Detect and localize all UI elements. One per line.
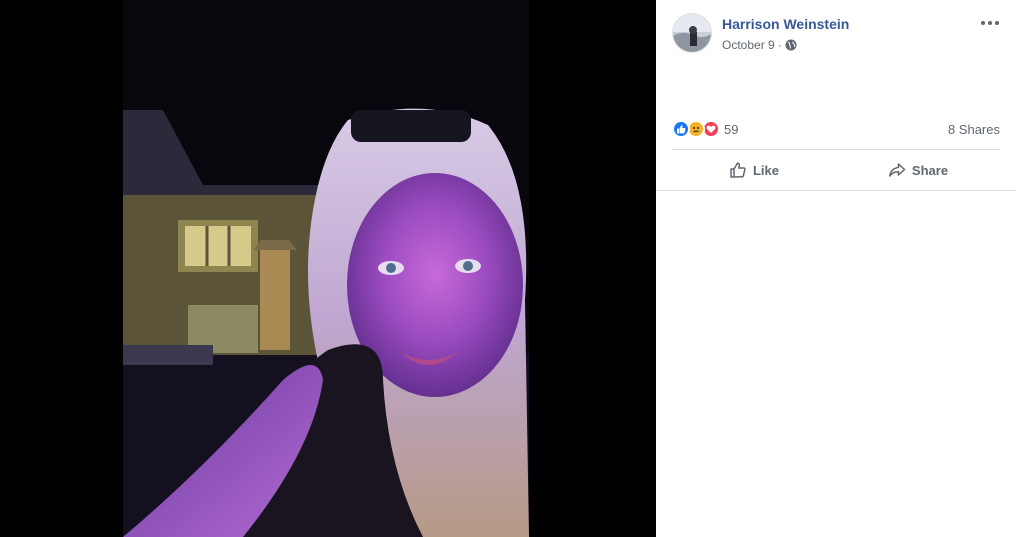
more-options-icon (981, 21, 985, 25)
like-button[interactable]: Like (672, 150, 836, 190)
reactions-bar: 59 8 Shares (672, 118, 1000, 140)
photo-image (123, 0, 529, 537)
post-actions: Like Share (672, 150, 1000, 190)
post-date[interactable]: October 9 (722, 38, 775, 52)
more-options-icon (988, 21, 992, 25)
like-reaction-icon (672, 120, 690, 138)
more-options-icon (995, 21, 999, 25)
meta-separator: · (777, 38, 782, 52)
thumbs-up-icon (730, 162, 746, 178)
post-photo[interactable] (123, 0, 529, 537)
reaction-count[interactable]: 59 (724, 122, 738, 137)
globe-icon[interactable] (785, 39, 797, 51)
avatar[interactable] (672, 13, 712, 53)
post-meta: October 9 · (722, 38, 797, 52)
shares-count[interactable]: 8 Shares (948, 122, 1000, 137)
post-panel: Harrison Weinstein October 9 · 59 8 Shar… (656, 0, 1016, 537)
share-icon (888, 163, 906, 177)
share-button[interactable]: Share (836, 150, 1000, 190)
more-options-button[interactable] (978, 13, 1002, 33)
like-label: Like (752, 162, 779, 178)
share-label: Share (911, 162, 949, 178)
divider (656, 190, 1016, 191)
author-name[interactable]: Harrison Weinstein (722, 16, 849, 32)
photo-viewer (0, 0, 656, 537)
post-header: Harrison Weinstein October 9 · (672, 13, 1002, 55)
reaction-icons[interactable] (672, 120, 720, 138)
avatar-image (673, 14, 711, 52)
